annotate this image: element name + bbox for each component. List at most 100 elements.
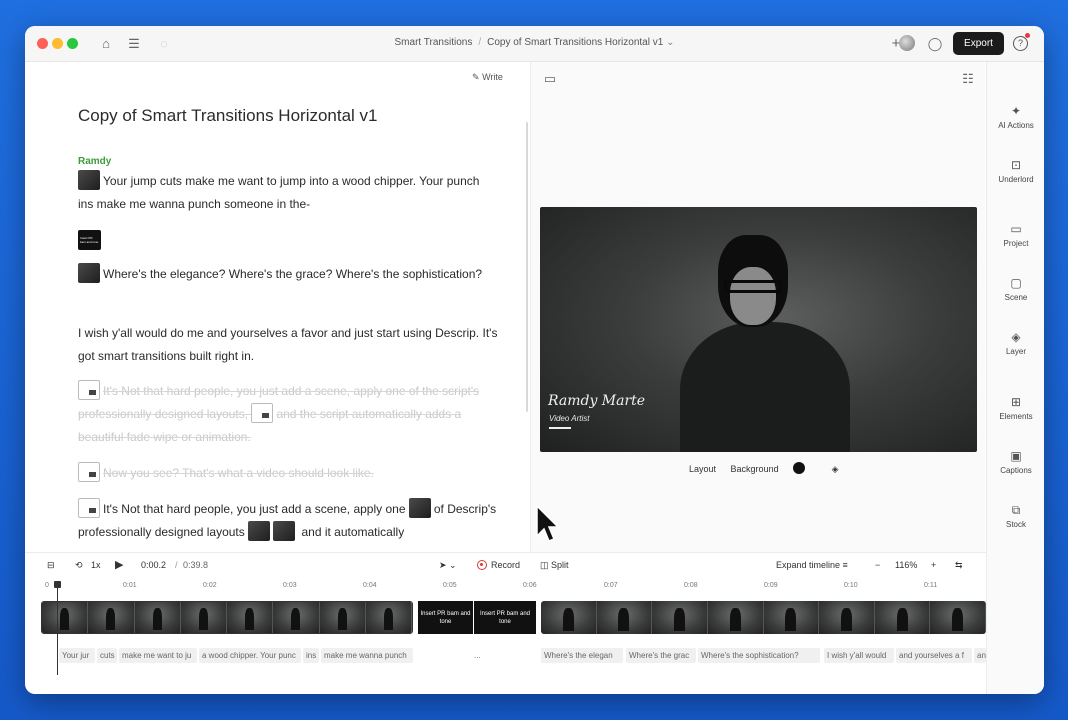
scene-layout-icon[interactable]	[78, 462, 100, 482]
write-button[interactable]: ✎ Write	[472, 72, 503, 83]
paragraph-text: of	[433, 502, 444, 516]
stock-icon: ⧉	[1011, 503, 1021, 517]
zoom-out-button[interactable]: −	[875, 560, 880, 570]
captions-icon: ▣	[1010, 449, 1022, 463]
script-paragraph[interactable]: I wish y'all would do me and yourselves …	[78, 322, 498, 368]
right-sidebar: ✦ AI Actions ⊡ Underlord ▭ Project ▢ Scene ◈…	[986, 62, 1044, 694]
lower-third-divider	[549, 427, 571, 429]
paragraph-text: I wish y'all would do me and yourselves …	[78, 326, 498, 363]
rail-label: Project	[1003, 239, 1029, 248]
caption-block[interactable]: Where's the grac	[626, 648, 696, 663]
scene-layout-icon[interactable]	[251, 403, 274, 423]
title-card-label: Insert PR bam and tone	[80, 236, 99, 244]
paragraph-text: Your jump cuts make me want to jump into…	[78, 174, 480, 211]
caption-block[interactable]: and yourselves a f	[896, 648, 972, 663]
caption-block[interactable]: Where's the elegan	[541, 648, 623, 663]
mouse-cursor-icon	[536, 504, 560, 542]
script-paragraph[interactable]: It's Not that hard people, you just add …	[78, 498, 498, 544]
caption-block[interactable]: cuts	[97, 648, 117, 663]
bookmark-icon[interactable]: ⊟	[47, 560, 55, 571]
rail-project[interactable]: ▭ Project	[987, 222, 1044, 248]
script-paragraph[interactable]: Where's the elegance? Where's the grace?…	[78, 263, 498, 286]
title-clip[interactable]: Insert PR bam and tone	[418, 601, 473, 634]
document-title[interactable]: Copy of Smart Transitions Horizontal v1	[78, 106, 378, 126]
ruler-tick: 0:06	[523, 582, 537, 589]
scene-layout-icon[interactable]	[78, 380, 100, 400]
split-button[interactable]: ◫ Split	[540, 560, 569, 571]
rail-elements[interactable]: ⊞ Elements	[987, 395, 1044, 421]
caption-block[interactable]: make me wanna punch	[321, 648, 413, 663]
background-color-swatch[interactable]	[793, 462, 806, 474]
comment-icon[interactable]: ◯	[926, 35, 944, 53]
zoom-in-button[interactable]: +	[931, 560, 936, 570]
avatar[interactable]	[899, 35, 915, 51]
panel-toggle-icon[interactable]: ☷	[959, 70, 977, 88]
scene-thumbnail[interactable]	[78, 263, 100, 283]
caption-block[interactable]: a wood chipper. Your punc	[199, 648, 301, 663]
expand-timeline-button[interactable]: Expand timeline ≡	[776, 560, 848, 570]
rail-label: Elements	[999, 412, 1033, 421]
write-label: Write	[482, 72, 503, 82]
background-label: Background	[730, 464, 779, 474]
ruler-tick: 0:11	[924, 582, 938, 589]
playhead[interactable]	[54, 581, 61, 675]
chevron-down-icon[interactable]: ⌄	[666, 37, 674, 48]
pen-icon: ✎	[472, 72, 480, 82]
rail-captions[interactable]: ▣ Captions	[987, 449, 1044, 475]
split-icon: ◫	[540, 560, 549, 570]
caption-block[interactable]: Where's the sophistication?	[698, 648, 820, 663]
caption-block[interactable]: Your jur	[59, 648, 95, 663]
scene-thumbnail[interactable]	[78, 170, 100, 190]
select-tool-icon[interactable]: ➤ ⌄	[439, 560, 457, 571]
background-button[interactable]: Background	[730, 462, 818, 474]
caption-block[interactable]: make me want to ju	[119, 648, 197, 663]
video-subject-glasses	[724, 280, 782, 293]
breadcrumb-composition[interactable]: Copy of Smart Transitions Horizontal v1	[487, 37, 663, 48]
help-button[interactable]: ?	[1013, 36, 1028, 51]
video-clip[interactable]	[541, 601, 986, 634]
script-paragraph-ignored[interactable]: Now you see? That's what a video should …	[78, 462, 498, 485]
title-card-thumbnail[interactable]: Insert PR bam and tone	[78, 230, 101, 250]
record-icon	[477, 560, 487, 570]
rail-layer[interactable]: ◈ Layer	[987, 330, 1044, 356]
script-editor[interactable]: ✎ Write Copy of Smart Transitions Horizo…	[25, 62, 528, 572]
loop-icon[interactable]: ⟲	[75, 560, 83, 571]
lower-third-name[interactable]: Ramdy Marte	[548, 393, 645, 409]
timeline-settings-icon[interactable]: ⇆	[955, 560, 963, 571]
caption-block[interactable]: I wish y'all would	[824, 648, 894, 663]
video-clip[interactable]	[41, 601, 413, 634]
layers-icon[interactable]: ◈	[832, 464, 839, 474]
rail-ai-actions[interactable]: ✦ AI Actions	[987, 104, 1044, 130]
script-scrollbar[interactable]	[526, 122, 528, 412]
rail-label: Scene	[1004, 293, 1028, 302]
paragraph-text: Now you see? That's what a video should …	[103, 466, 374, 480]
rail-stock[interactable]: ⧉ Stock	[987, 503, 1044, 529]
video-canvas[interactable]: Ramdy Marte Video Artist	[540, 207, 977, 452]
scene-layout-icon[interactable]	[78, 498, 100, 518]
scene-thumbnail[interactable]	[408, 498, 431, 518]
rail-scene[interactable]: ▢ Scene	[987, 276, 1044, 302]
scene-thumbnail[interactable]	[273, 521, 296, 541]
caption-block[interactable]: an	[974, 648, 986, 663]
caption-block[interactable]: ins	[303, 648, 319, 663]
record-button[interactable]: Record	[477, 560, 520, 570]
video-subject-face	[730, 267, 776, 325]
scene-thumbnail[interactable]	[248, 521, 271, 541]
playback-speed[interactable]: 1x	[91, 560, 101, 570]
timeline-ruler[interactable]: 0 0:01 0:02 0:03 0:04 0:05 0:06 0:07 0:0…	[25, 579, 986, 593]
breadcrumb-project[interactable]: Smart Transitions	[395, 37, 473, 48]
speaker-label[interactable]: Ramdy	[78, 156, 111, 167]
rail-underlord[interactable]: ⊡ Underlord	[987, 158, 1044, 184]
caption-block[interactable]: ...	[471, 648, 489, 663]
layout-button[interactable]: Layout	[689, 464, 716, 474]
lower-third-role[interactable]: Video Artist	[549, 414, 589, 423]
ruler-tick: 0:02	[203, 582, 217, 589]
time-separator: /	[175, 560, 178, 570]
play-button[interactable]: ▶	[115, 558, 123, 571]
title-clip[interactable]: Insert PR bam and tone	[474, 601, 536, 634]
zoom-level[interactable]: 116%	[895, 560, 917, 570]
script-paragraph-ignored[interactable]: It's Not that hard people, you just add …	[78, 380, 498, 449]
export-button[interactable]: Export	[953, 32, 1004, 55]
script-paragraph[interactable]: Your jump cuts make me want to jump into…	[78, 170, 498, 216]
aspect-ratio-icon[interactable]: ▭	[541, 70, 559, 88]
